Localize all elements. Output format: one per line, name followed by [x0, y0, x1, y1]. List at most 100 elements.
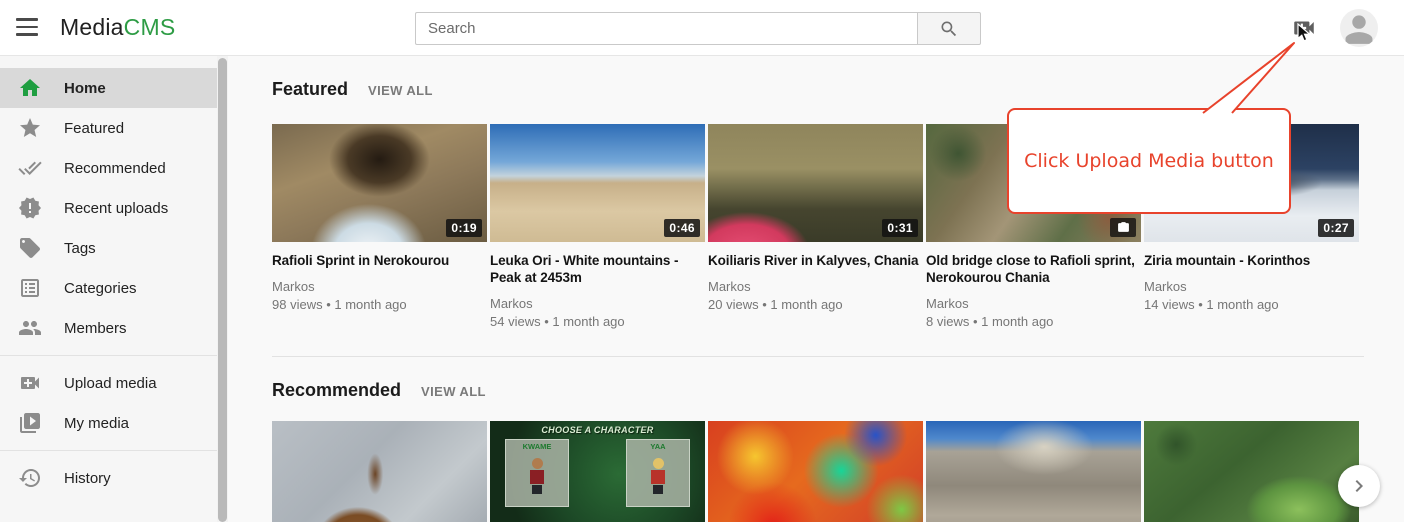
duration-badge: 0:31 [882, 219, 918, 237]
sidebar-item-label: Members [64, 320, 127, 337]
chevron-right-icon [1347, 474, 1371, 498]
video-thumbnail[interactable]: 0:19 [272, 124, 487, 242]
menu-icon[interactable] [16, 18, 38, 36]
video-title[interactable]: Rafioli Sprint in Nerokourou [272, 252, 487, 269]
video-meta: 98 views • 1 month ago [272, 296, 487, 314]
sidebar: Home Featured Recommended Recent uploads… [0, 56, 217, 522]
video-card[interactable] [926, 421, 1141, 522]
camera-icon [1110, 218, 1136, 237]
character-sprite [650, 458, 666, 496]
video-author[interactable]: Markos [708, 278, 923, 296]
video-thumbnail[interactable] [272, 421, 487, 522]
sidebar-item-label: Home [64, 80, 106, 97]
search-bar [415, 12, 981, 45]
home-icon [18, 76, 42, 100]
sidebar-scrollbar[interactable] [217, 56, 228, 522]
new-releases-icon [18, 196, 42, 220]
scrollbar-thumb[interactable] [218, 58, 227, 522]
sidebar-item-label: My media [64, 415, 129, 432]
sidebar-item-my-media[interactable]: My media [0, 403, 217, 443]
video-thumbnail[interactable] [708, 421, 923, 522]
view-all-link-featured[interactable]: VIEW ALL [368, 83, 433, 98]
video-thumbnail[interactable]: 0:31 [708, 124, 923, 242]
character-panel: KWAME [505, 439, 569, 507]
video-card[interactable]: 0:19 Rafioli Sprint in Nerokourou Markos… [272, 124, 487, 331]
video-thumbnail[interactable]: CHOOSE A CHARACTER KWAME YAA Selected Se… [490, 421, 705, 522]
sidebar-item-label: Featured [64, 120, 124, 137]
section-title-featured: Featured [272, 79, 348, 100]
done-all-icon [18, 156, 42, 180]
sidebar-divider [0, 355, 217, 356]
video-author[interactable]: Markos [926, 295, 1141, 313]
character-sprite [529, 458, 545, 496]
thumbnail-text-heading: CHOOSE A CHARACTER [490, 425, 705, 435]
video-call-upload-icon [1291, 15, 1317, 41]
list-alt-icon [18, 276, 42, 300]
search-button[interactable] [917, 12, 981, 45]
sidebar-divider [0, 450, 217, 451]
logo-cms: CMS [124, 14, 176, 40]
star-icon [18, 116, 42, 140]
sidebar-item-history[interactable]: History [0, 458, 217, 498]
sidebar-item-label: History [64, 470, 111, 487]
callout-text: Click Upload Media button [1024, 150, 1274, 172]
video-meta: 54 views • 1 month ago [490, 313, 705, 331]
sidebar-item-recommended[interactable]: Recommended [0, 148, 217, 188]
sidebar-item-label: Categories [64, 280, 137, 297]
video-author[interactable]: Markos [490, 295, 705, 313]
video-meta: 8 views • 1 month ago [926, 313, 1141, 331]
video-card[interactable]: CHOOSE A CHARACTER KWAME YAA Selected Se… [490, 421, 705, 522]
sidebar-item-upload-media[interactable]: Upload media [0, 363, 217, 403]
video-meta: 20 views • 1 month ago [708, 296, 923, 314]
video-title[interactable]: Ziria mountain - Korinthos [1144, 252, 1359, 269]
sidebar-item-featured[interactable]: Featured [0, 108, 217, 148]
sidebar-item-home[interactable]: Home [0, 68, 217, 108]
video-author[interactable]: Markos [1144, 278, 1359, 296]
logo-media: Media [60, 14, 124, 40]
people-icon [18, 316, 42, 340]
video-call-icon [18, 371, 42, 395]
character-name: KWAME [506, 442, 568, 451]
video-meta: 14 views • 1 month ago [1144, 296, 1359, 314]
top-header: MediaCMS [0, 0, 1404, 56]
carousel-next-button[interactable] [1338, 465, 1380, 507]
app-logo[interactable]: MediaCMS [60, 14, 175, 41]
sidebar-item-members[interactable]: Members [0, 308, 217, 348]
sidebar-item-label: Recent uploads [64, 200, 168, 217]
character-name: YAA [627, 442, 689, 451]
tag-icon [18, 236, 42, 260]
video-author[interactable]: Markos [272, 278, 487, 296]
video-title[interactable]: Leuka Ori - White mountains - Peak at 24… [490, 252, 705, 286]
video-card[interactable] [1144, 421, 1359, 522]
history-icon [18, 466, 42, 490]
tutorial-callout: Click Upload Media button [1007, 108, 1291, 214]
recommended-row: CHOOSE A CHARACTER KWAME YAA Selected Se… [272, 421, 1359, 522]
section-divider [272, 356, 1364, 357]
search-input[interactable] [415, 12, 917, 45]
duration-badge: 0:27 [1318, 219, 1354, 237]
character-panel: YAA [626, 439, 690, 507]
video-thumbnail[interactable] [926, 421, 1141, 522]
duration-badge: 0:19 [446, 219, 482, 237]
sidebar-item-categories[interactable]: Categories [0, 268, 217, 308]
video-library-icon [18, 411, 42, 435]
video-title[interactable]: Koiliaris River in Kalyves, Chania [708, 252, 923, 269]
duration-badge: 0:46 [664, 219, 700, 237]
video-title[interactable]: Old bridge close to Rafioli sprint, Nero… [926, 252, 1141, 286]
sidebar-item-recent-uploads[interactable]: Recent uploads [0, 188, 217, 228]
video-card[interactable] [272, 421, 487, 522]
view-all-link-recommended[interactable]: VIEW ALL [421, 384, 486, 399]
upload-media-button[interactable] [1291, 15, 1317, 41]
video-card[interactable]: 0:46 Leuka Ori - White mountains - Peak … [490, 124, 705, 331]
video-thumbnail[interactable] [1144, 421, 1359, 522]
section-title-recommended: Recommended [272, 380, 401, 401]
sidebar-item-tags[interactable]: Tags [0, 228, 217, 268]
video-card[interactable] [708, 421, 923, 522]
featured-section-header: Featured VIEW ALL [272, 79, 433, 100]
video-card[interactable]: 0:31 Koiliaris River in Kalyves, Chania … [708, 124, 923, 331]
video-thumbnail[interactable]: 0:46 [490, 124, 705, 242]
user-avatar[interactable] [1340, 9, 1378, 47]
sidebar-item-label: Recommended [64, 160, 166, 177]
recommended-section-header: Recommended VIEW ALL [272, 380, 486, 401]
sidebar-item-label: Upload media [64, 375, 157, 392]
